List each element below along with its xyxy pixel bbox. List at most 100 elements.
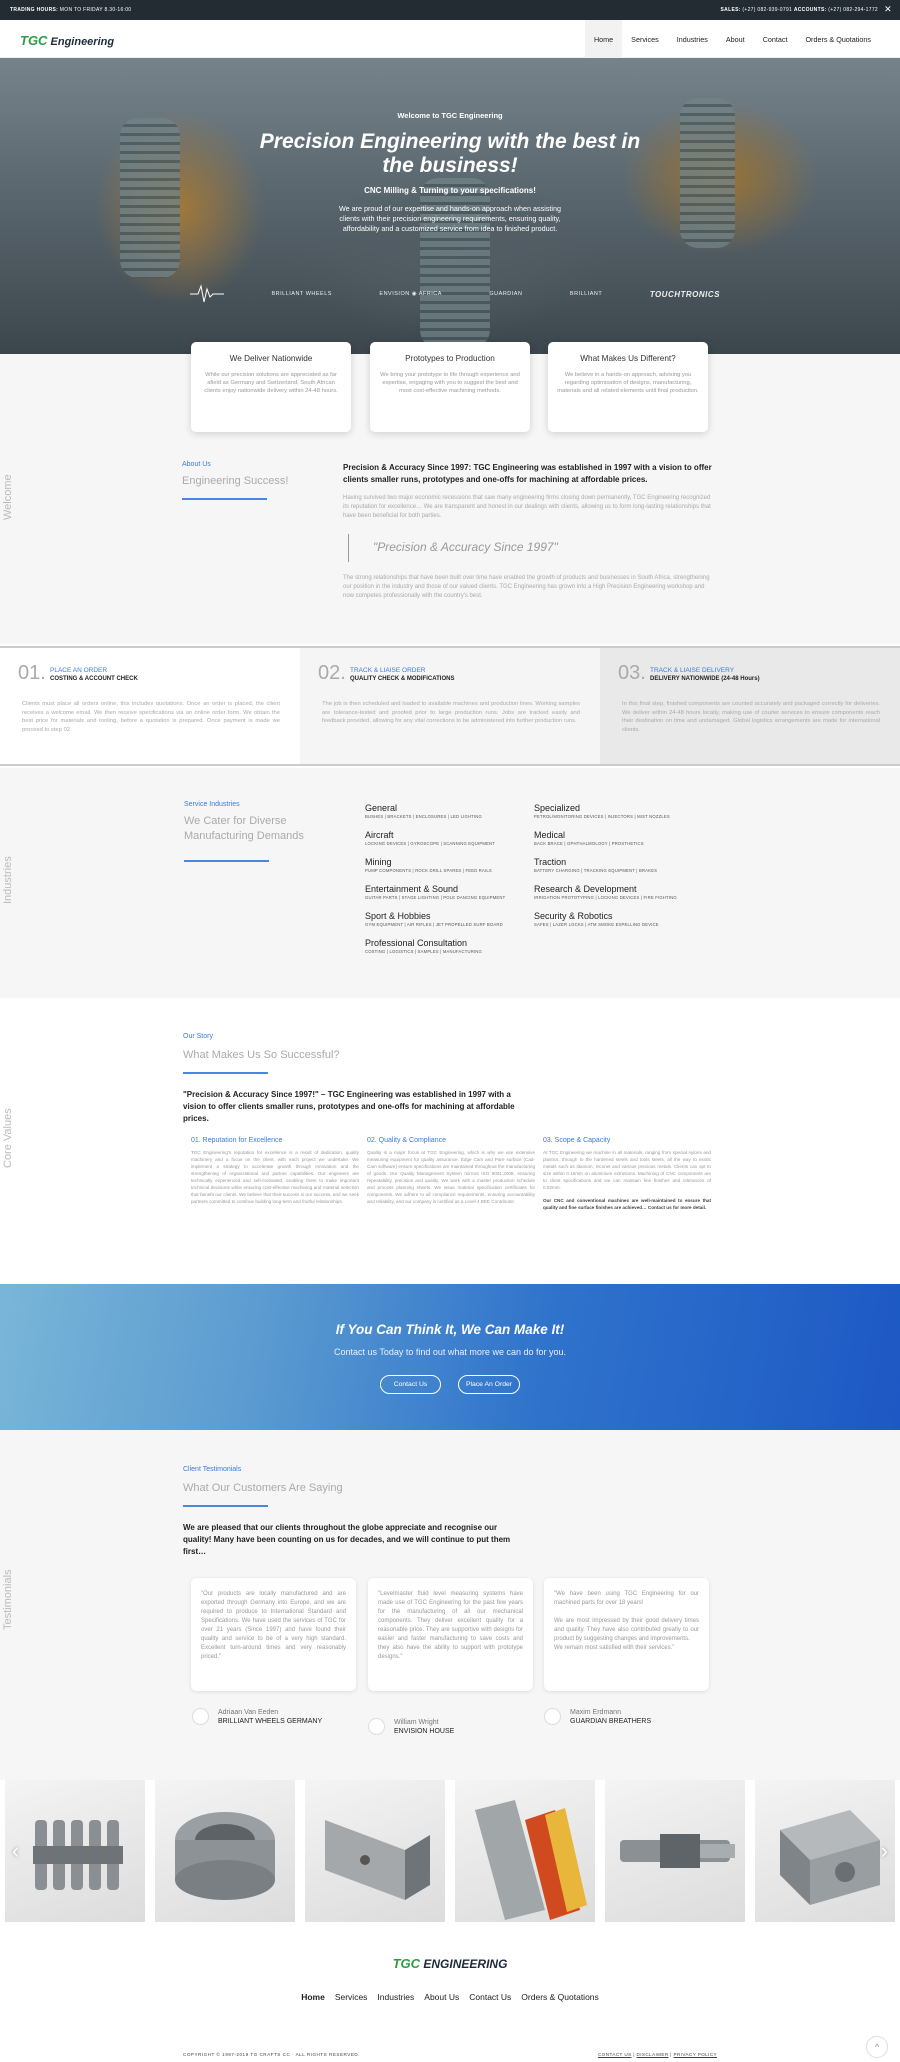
feature-card-title: What Makes Us Different? [580, 354, 676, 363]
block-part-image [780, 1810, 880, 1905]
scroll-to-top-icon[interactable]: ^ [866, 2036, 888, 2058]
gallery-image[interactable] [155, 1780, 295, 1922]
cta-subheading: Contact us Today to find out what more w… [334, 1347, 566, 1357]
copyright-text: COPYRIGHT © 1997-2019 TG CRAFTS CC · ALL… [183, 2052, 360, 2057]
product-gallery: ‹ › [0, 1780, 900, 1922]
industry-name: Sport & Hobbies [365, 911, 431, 921]
about-heading: Engineering Success! [182, 475, 289, 487]
extrusion-part-image [475, 1800, 587, 1920]
step-card: 01. PLACE AN ORDER COSTING & ACCOUNT CHE… [0, 648, 300, 764]
nav-contact[interactable]: Contact [754, 20, 797, 58]
brand-logo: BRILLIANT [569, 291, 603, 297]
nav-industries[interactable]: Industries [668, 20, 717, 58]
sales-number[interactable]: (+27) 082-939-0791 [742, 7, 792, 13]
brand-logo: GUARDIAN [489, 291, 523, 297]
gallery-image[interactable] [755, 1780, 895, 1922]
author-name: Adriaan Van Eeden [218, 1709, 279, 1716]
hero-subtitle: CNC Milling & Turning to your specificat… [364, 186, 536, 195]
industry-item[interactable]: Mining PUMP COMPONENTS | ROCK DRILL SPARE… [365, 857, 492, 873]
footer-link-about[interactable]: About Us [424, 1992, 459, 2002]
accounts-label: ACCOUNTS: [793, 7, 827, 13]
industry-examples: PUMP COMPONENTS | ROCK DRILL SPARES | FE… [365, 868, 492, 873]
gallery-image[interactable] [455, 1780, 595, 1922]
gallery-image[interactable] [605, 1780, 745, 1922]
author-name: William Wright [394, 1719, 439, 1726]
section-side-label: Industries [2, 856, 14, 904]
footer-link-services[interactable]: Services [335, 1992, 368, 2002]
nav-orders-quotations[interactable]: Orders & Quotations [796, 20, 880, 58]
about-quote: "Precision & Accuracy Since 1997" [348, 534, 628, 562]
brand-logos: BRILLIANT WHEELS ENVISION ◉ AFRICA GUARD… [190, 283, 720, 305]
legal-link-disclaimer[interactable]: DISCLAIMER [636, 2052, 668, 2057]
footer-link-industries[interactable]: Industries [377, 1992, 414, 2002]
industry-item[interactable]: Research & Development IRRIGATION PROTOTY… [534, 884, 677, 900]
heading-underline [184, 860, 269, 862]
legal-link-contact[interactable]: CONTACT US [598, 2052, 631, 2057]
step-title[interactable]: TRACK & LIAISE DELIVERY [650, 667, 734, 674]
brand-logo: BRILLIANT WHEELS [271, 291, 332, 297]
step-subtitle: DELIVERY NATIONWIDE (24-48 Hours) [650, 676, 760, 682]
industry-item[interactable]: Sport & Hobbies GYM EQUIPMENT | AIR RIFLE… [365, 911, 503, 927]
footer-link-orders[interactable]: Orders & Quotations [521, 1992, 598, 2002]
step-title[interactable]: PLACE AN ORDER [50, 667, 107, 674]
gallery-prev-arrow-icon[interactable]: ‹ [12, 1838, 19, 1864]
place-order-button[interactable]: Place An Order [458, 1375, 520, 1394]
bracket-part-image [325, 1820, 430, 1900]
feature-card-text: While our precision solutions are apprec… [204, 372, 338, 394]
logo[interactable]: TGC Engineering [20, 33, 114, 48]
industry-item[interactable]: Entertainment & Sound GUITAR PARTS | STAG… [365, 884, 505, 900]
gallery-image[interactable] [305, 1780, 445, 1922]
industry-item[interactable]: Medical BACK BRACE | OPHTHALMOLOGY | PROS… [534, 830, 644, 846]
industry-item[interactable]: Traction BATTERY CHARGING | TRACKING EQUI… [534, 857, 657, 873]
nav-services[interactable]: Services [622, 20, 668, 58]
waveform-logo-icon [190, 284, 224, 303]
hero-title: Precision Engineering with the best in t… [259, 130, 641, 177]
testimonial-author: Adriaan Van Eeden BRILLIANT WHEELS GERMA… [218, 1708, 322, 1726]
industry-item[interactable]: Professional Consultation COSTING | LOGIS… [365, 938, 482, 954]
step-text: In this final step, finished components … [622, 701, 880, 733]
value-title: 03. Scope & Capacity [543, 1137, 611, 1144]
contact-us-button[interactable]: Contact Us [380, 1375, 441, 1394]
footer-logo[interactable]: TGC ENGINEERING [0, 1956, 900, 1971]
legal-link-privacy[interactable]: PRIVACY POLICY [674, 2052, 717, 2057]
author-company: GUARDIAN BREATHERS [570, 1718, 652, 1725]
footer-link-contact[interactable]: Contact Us [469, 1992, 511, 2002]
footer-logo-text: ENGINEERING [423, 1957, 508, 1971]
accounts-number[interactable]: (+27) 082-294-1772 [828, 7, 878, 13]
values-eyebrow: Our Story [183, 1033, 213, 1040]
testimonial-author: William Wright ENVISION HOUSE [394, 1718, 454, 1736]
step-title[interactable]: TRACK & LIAISE ORDER [350, 667, 426, 674]
values-heading: What Makes Us So Successful? [183, 1049, 340, 1061]
nav-home[interactable]: Home [584, 20, 623, 58]
industry-examples: BACK BRACE | OPHTHALMOLOGY | PROSTHETICS [534, 841, 644, 846]
industry-item[interactable]: Specialized PETROL/MONITORING DEVICES | I… [534, 803, 670, 819]
threaded-part-image [33, 1820, 123, 1890]
footer-nav: Home Services Industries About Us Contac… [0, 1992, 900, 2002]
feature-card-text: We bring your prototype to life through … [380, 372, 520, 394]
gallery-image[interactable] [5, 1780, 145, 1922]
value-column: 03. Scope & Capacity At TGC Engineering … [543, 1137, 711, 1211]
close-icon[interactable]: ✕ [884, 4, 892, 15]
industry-name: Research & Development [534, 884, 637, 894]
section-side-label: Core Values [2, 1108, 14, 1168]
gallery-next-arrow-icon[interactable]: › [881, 1838, 888, 1864]
industry-name: Entertainment & Sound [365, 884, 459, 894]
industry-examples: SAFES | LAZER LOCKS | ATM SMOKE EXPELLIN… [534, 922, 659, 927]
step-text: The job is then scheduled and loaded to … [322, 701, 580, 724]
main-header: TGC Engineering Home Services Industries… [0, 20, 900, 58]
value-title: 02. Quality & Compliance [367, 1137, 446, 1144]
industry-item[interactable]: Aircraft LOCKING DEVICES | GYROSCOPE | SC… [365, 830, 495, 846]
filter-part-image [175, 1812, 275, 1900]
industry-name: Traction [534, 857, 567, 867]
industry-name: Medical [534, 830, 566, 840]
nav-about[interactable]: About [717, 20, 754, 58]
industry-item[interactable]: General BUSHES | BRACKETS | ENCLOSURES | … [365, 803, 482, 819]
testimonial-quote: "Our products are locally manufactured a… [201, 1591, 346, 1660]
hero-banner: Welcome to TGC Engineering Precision Eng… [0, 58, 900, 354]
industry-item[interactable]: Security & Robotics SAFES | LAZER LOCKS |… [534, 911, 659, 927]
footer-link-home[interactable]: Home [301, 1992, 325, 2002]
step-number: 03. [618, 662, 646, 684]
step-card: 03. TRACK & LIAISE DELIVERY DELIVERY NAT… [600, 648, 900, 764]
feature-card-text: We believe in a hands-on approach, advis… [557, 372, 699, 394]
feature-card-title: Prototypes to Production [405, 354, 495, 363]
